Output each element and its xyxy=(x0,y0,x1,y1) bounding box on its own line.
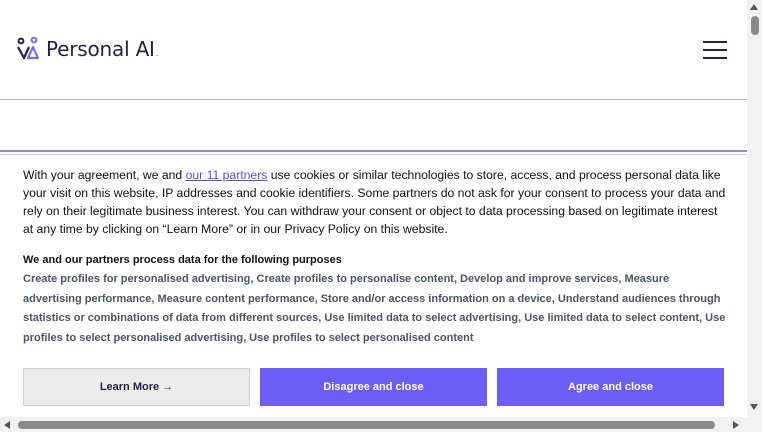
vertical-scroll-thumb[interactable] xyxy=(751,16,759,35)
cookie-consent-banner: With your agreement, we and our 11 partn… xyxy=(0,150,747,418)
scroll-left-arrow-icon[interactable] xyxy=(4,421,10,429)
consent-intro-text: With your agreement, we and our 11 partn… xyxy=(23,166,728,238)
horizontal-scroll-thumb[interactable] xyxy=(18,421,715,429)
purposes-list: Create profiles for personalised adverti… xyxy=(23,273,726,344)
partners-link[interactable]: our 11 partners xyxy=(186,168,268,182)
scroll-right-arrow-icon[interactable] xyxy=(733,421,739,429)
scroll-up-arrow-icon[interactable] xyxy=(750,4,758,10)
site-logo[interactable]: Personal AI . xyxy=(16,36,158,62)
logo-suffix: . xyxy=(155,49,158,58)
vertical-scrollbar[interactable] xyxy=(747,0,762,417)
logo-text: Personal AI xyxy=(46,37,155,61)
purposes-heading: We and our partners process data for the… xyxy=(23,254,342,266)
learn-more-button[interactable]: Learn More → xyxy=(23,368,250,406)
intro-text-start: With your agreement, we and xyxy=(23,168,186,182)
agree-and-close-button[interactable]: Agree and close xyxy=(497,368,724,406)
horizontal-scrollbar[interactable] xyxy=(0,417,762,432)
disagree-and-close-button[interactable]: Disagree and close xyxy=(260,368,487,406)
site-header: Personal AI . xyxy=(0,0,747,100)
personal-ai-logo-icon xyxy=(17,36,40,60)
scroll-down-arrow-icon[interactable] xyxy=(750,404,758,410)
hamburger-menu-icon[interactable] xyxy=(703,40,727,60)
